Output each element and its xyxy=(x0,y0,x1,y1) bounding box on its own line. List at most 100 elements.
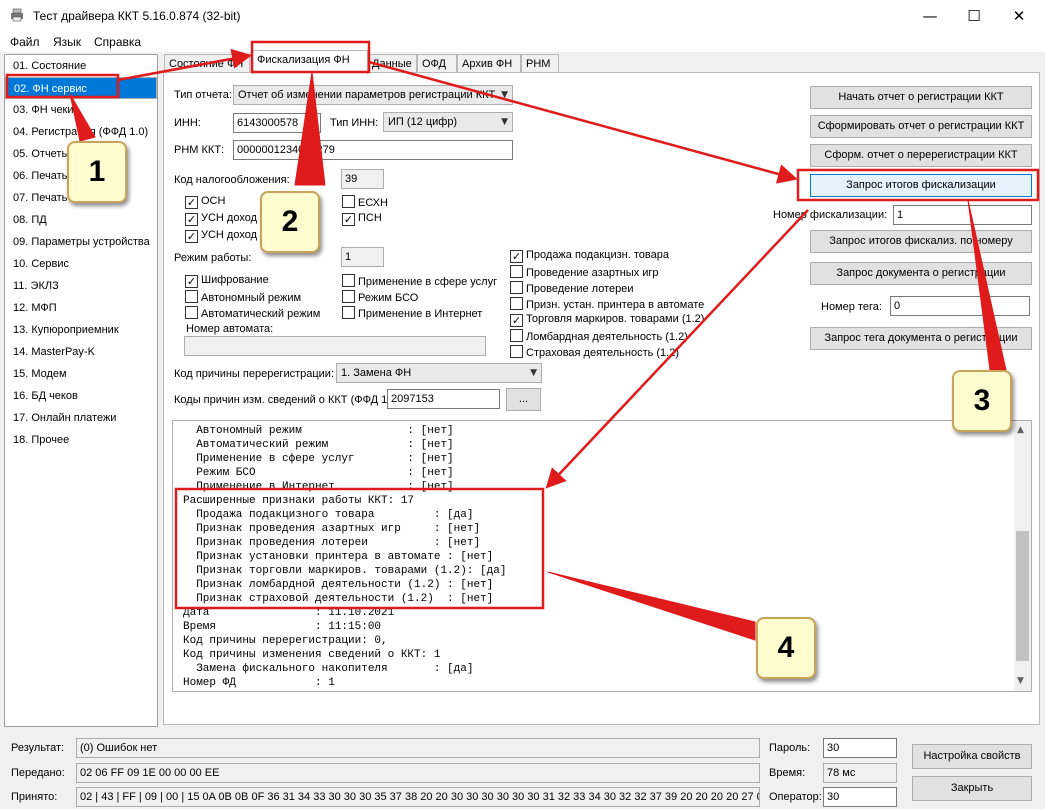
tax-osn-checkbox[interactable]: ✓ ОСН xyxy=(185,195,225,209)
check-icon: ✓ xyxy=(185,196,198,209)
tag-number-input[interactable]: 0 xyxy=(890,296,1030,316)
make-registration-report-button[interactable]: Сформировать отчет о регистрации ККТ xyxy=(810,115,1032,138)
tax-code-label: Код налогообложения: xyxy=(174,174,290,186)
chevron-up-icon[interactable]: ▲ xyxy=(1017,425,1024,435)
change-codes-browse-button[interactable]: ... xyxy=(506,388,541,411)
inn-type-select[interactable]: ИП (12 цифр) ▼ xyxy=(383,112,513,132)
query-registration-tag-button[interactable]: Запрос тега документа о регистрации xyxy=(810,327,1032,350)
rereg-reason-select[interactable]: 1. Замена ФН ▼ xyxy=(336,363,542,383)
sidebar-item-pd[interactable]: 08. ПД xyxy=(5,209,157,231)
minimize-button[interactable]: — xyxy=(907,0,953,32)
properties-button[interactable]: Настройка свойств xyxy=(912,744,1032,769)
report-type-label: Тип отчета: xyxy=(174,89,232,101)
make-reregistration-report-button[interactable]: Сформ. отчет о перерегистрации ККТ xyxy=(810,144,1032,167)
received-field: 02 | 43 | FF | 09 | 00 | 15 0A 0B 0B 0F … xyxy=(76,787,760,807)
sidebar-item-state[interactable]: 01. Состояние xyxy=(5,55,157,77)
services-checkbox[interactable]: Применение в сфере услуг xyxy=(342,274,497,289)
password-input[interactable]: 30 xyxy=(823,738,897,758)
gambling-checkbox[interactable]: Проведение азартных игр xyxy=(510,265,659,280)
sidebar-item-receipts-db[interactable]: 16. БД чеков xyxy=(5,385,157,407)
sidebar-item-masterpay[interactable]: 14. MasterPay-K xyxy=(5,341,157,363)
callout-badge-2: 2 xyxy=(260,191,320,253)
log-line: Признак проведения азартных игр : [нет] xyxy=(183,523,481,535)
automat-input[interactable] xyxy=(184,336,486,356)
check-icon: ✓ xyxy=(185,213,198,226)
time-field: 78 мс xyxy=(823,763,897,783)
automat-label: Номер автомата: xyxy=(186,323,274,335)
inn-label: ИНН: xyxy=(174,117,201,129)
insurance-checkbox[interactable]: Страховая деятельность (1.2) xyxy=(510,345,679,360)
tax-usn-income-expense-checkbox[interactable]: ✓ УСН доход xyxy=(185,229,257,243)
tab-fn-fiscalization[interactable]: Фискализация ФН xyxy=(252,50,368,74)
start-registration-report-button[interactable]: Начать отчет о регистрации ККТ xyxy=(810,86,1032,109)
close-window-button[interactable]: ✕ xyxy=(996,0,1042,32)
tab-fn-state[interactable]: Состояние ФН xyxy=(164,54,250,73)
inn-input[interactable]: 6143000578 xyxy=(233,113,321,133)
scrollbar-thumb[interactable] xyxy=(1016,531,1029,661)
tab-rnm[interactable]: РНМ xyxy=(521,54,559,73)
tax-usn-income-checkbox[interactable]: ✓ УСН доход xyxy=(185,212,257,226)
callout-badge-1: 1 xyxy=(67,141,127,203)
query-registration-document-button[interactable]: Запрос документа о регистрации xyxy=(810,262,1032,285)
log-output[interactable]: Автономный режим : [нет] Автоматический … xyxy=(172,420,1032,692)
query-fiscalization-by-number-button[interactable]: Запрос итогов фискализ. по номеру xyxy=(810,230,1032,253)
tab-ofd[interactable]: ОФД xyxy=(417,54,457,73)
sidebar-item-fn-receipts[interactable]: 03. ФН чеки xyxy=(5,99,157,121)
report-type-select[interactable]: Отчет об изменении параметров регистраци… xyxy=(233,85,513,105)
check-icon: ✓ xyxy=(185,275,198,288)
tab-fn-archive[interactable]: Архив ФН xyxy=(457,54,521,73)
marked-goods-checkbox[interactable]: ✓ Торговля маркиров. товарами (1.2) xyxy=(510,313,704,327)
title-bar: Тест драйвера ККТ 5.16.0.874 (32-bit) — … xyxy=(0,0,1045,32)
inn-type-label: Тип ИНН: xyxy=(330,117,379,129)
chevron-down-icon: ▼ xyxy=(501,90,508,100)
log-line: Автоматический режим : [нет] xyxy=(183,439,454,451)
log-line: Применение в сфере услуг : [нет] xyxy=(183,453,454,465)
check-icon: ✓ xyxy=(342,213,355,226)
sidebar-item-service[interactable]: 10. Сервис xyxy=(5,253,157,275)
sidebar-item-bill-acceptor[interactable]: 13. Купюроприемник xyxy=(5,319,157,341)
menu-help[interactable]: Справка xyxy=(94,35,141,49)
maximize-button[interactable]: ☐ xyxy=(951,0,997,32)
menu-file[interactable]: Файл xyxy=(10,35,40,49)
sidebar-item-eklz[interactable]: 11. ЭКЛЗ xyxy=(5,275,157,297)
rereg-reason-label: Код причины перерегистрации: xyxy=(174,368,335,380)
tax-psn-checkbox[interactable]: ✓ ПСН xyxy=(342,212,382,226)
password-label: Пароль: xyxy=(769,742,811,754)
tab-data[interactable]: Данные xyxy=(367,54,417,73)
close-button[interactable]: Закрыть xyxy=(912,776,1032,801)
sidebar-item-device-params[interactable]: 09. Параметры устройства xyxy=(5,231,157,253)
printer-icon xyxy=(11,8,23,22)
operator-label: Оператор: xyxy=(769,791,822,803)
change-codes-input[interactable]: 2097153 xyxy=(387,389,500,409)
check-icon: ✓ xyxy=(185,230,198,243)
chevron-down-icon[interactable]: ▼ xyxy=(1017,676,1024,686)
rnm-input[interactable]: 0000001234012279 xyxy=(233,140,513,160)
pawnshop-checkbox[interactable]: Ломбардная деятельность (1.2) xyxy=(510,329,688,344)
sidebar-item-registration[interactable]: 04. Регистрация (ФФД 1.0) xyxy=(5,121,157,143)
log-scrollbar[interactable]: ▲ ▼ xyxy=(1014,421,1031,691)
excise-checkbox[interactable]: ✓ Продажа подакцизн. товара xyxy=(510,249,669,263)
sidebar-item-other[interactable]: 18. Прочее xyxy=(5,429,157,451)
query-fiscalization-totals-button[interactable]: Запрос итогов фискализации xyxy=(810,174,1032,197)
sent-label: Передано: xyxy=(11,767,65,779)
sidebar-item-online-payments[interactable]: 17. Онлайн платежи xyxy=(5,407,157,429)
log-line: Признак ломбардной деятельности (1.2) : … xyxy=(183,579,494,591)
fiscalization-number-input[interactable]: 1 xyxy=(893,205,1032,225)
log-line: Признак установки принтера в автомате : … xyxy=(183,551,494,563)
encryption-checkbox[interactable]: ✓ Шифрование xyxy=(185,274,269,288)
change-codes-label: Коды причин изм. сведений о ККТ (ФФД 1.1… xyxy=(174,394,404,406)
operator-input[interactable]: 30 xyxy=(823,787,897,807)
log-line: Режим БСО : [нет] xyxy=(183,467,454,479)
automatic-checkbox[interactable]: Автоматический режим xyxy=(185,306,320,321)
sidebar-item-fn-service[interactable]: 02. ФН сервис xyxy=(5,77,157,99)
printer-in-automat-checkbox[interactable]: Призн. устан. принтера в автомате xyxy=(510,297,704,312)
tax-eshn-checkbox[interactable]: ЕСХН xyxy=(342,195,388,210)
sidebar-item-mfp[interactable]: 12. МФП xyxy=(5,297,157,319)
sidebar-item-modem[interactable]: 15. Модем xyxy=(5,363,157,385)
tag-number-label: Номер тега: xyxy=(821,301,882,313)
menu-language[interactable]: Язык xyxy=(53,35,81,49)
lottery-checkbox[interactable]: Проведение лотереи xyxy=(510,281,634,296)
bso-checkbox[interactable]: Режим БСО xyxy=(342,290,418,305)
internet-checkbox[interactable]: Применение в Интернет xyxy=(342,306,482,321)
autonomous-checkbox[interactable]: Автономный режим xyxy=(185,290,301,305)
